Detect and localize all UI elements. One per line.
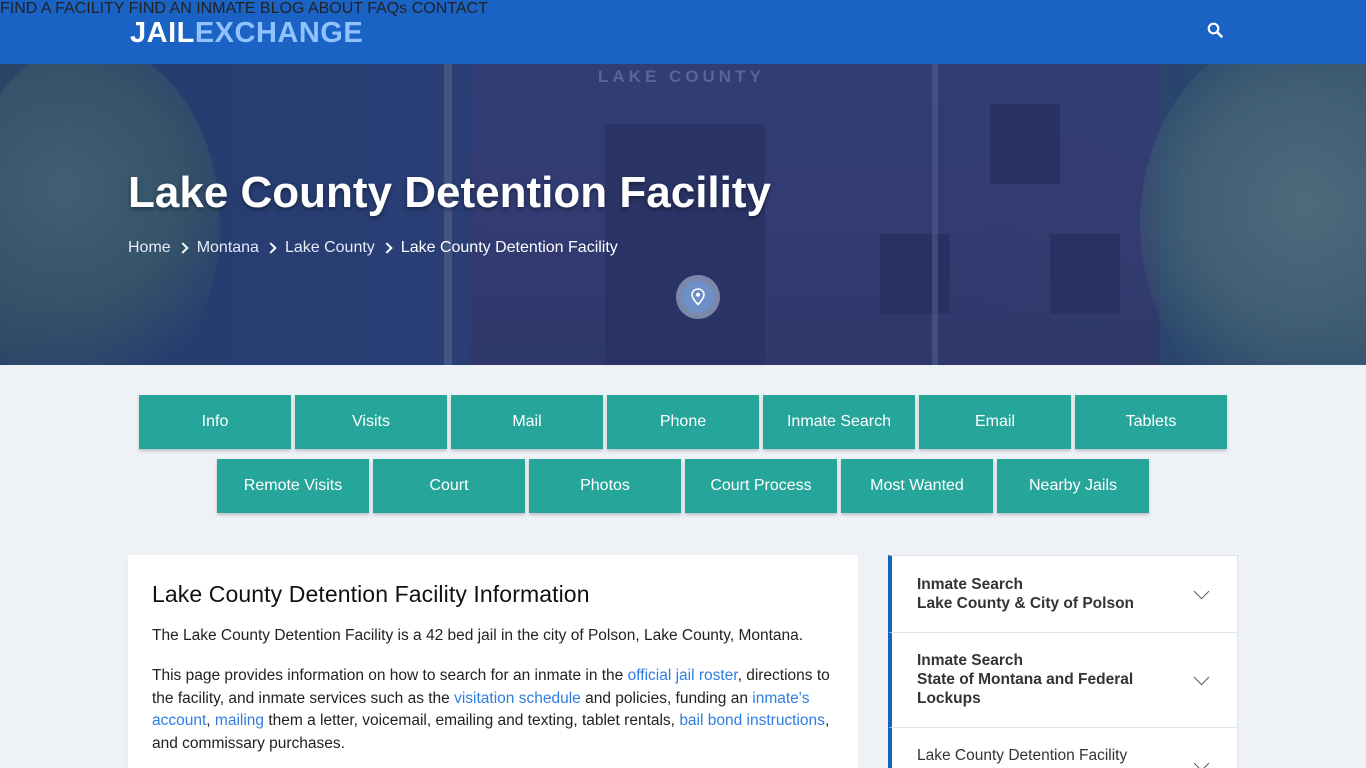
- map-pin-icon[interactable]: [676, 275, 720, 319]
- tab-most-wanted[interactable]: Most Wanted: [841, 459, 993, 513]
- facility-info-card: Lake County Detention Facility Informati…: [128, 555, 858, 768]
- logo-part-exchange: EXCHANGE: [194, 17, 364, 49]
- accordion-item-detention-facility[interactable]: Lake County Detention Facility: [888, 727, 1238, 768]
- nav-contact[interactable]: CONTACT: [412, 0, 488, 17]
- accordion-title: Inmate Search State of Montana and Feder…: [917, 651, 1133, 708]
- info-paragraph-1: The Lake County Detention Facility is a …: [152, 627, 804, 644]
- accordion-title: Inmate Search Lake County & City of Pols…: [917, 575, 1134, 613]
- text-span: them a letter, voicemail, emailing and t…: [264, 712, 680, 729]
- info-heading: Lake County Detention Facility Informati…: [152, 581, 590, 607]
- tab-visits[interactable]: Visits: [295, 395, 447, 449]
- tab-court[interactable]: Court: [373, 459, 525, 513]
- text-span: and policies, funding an: [580, 689, 753, 707]
- nav-about[interactable]: ABOUT: [308, 0, 363, 17]
- nav-blog[interactable]: BLOG: [260, 0, 304, 17]
- search-icon[interactable]: [1207, 22, 1225, 40]
- tab-remote-visits[interactable]: Remote Visits: [217, 459, 369, 513]
- accordion-title-line: Lockups: [917, 690, 981, 707]
- accordion-title-line: Lake County & City of Polson: [917, 595, 1135, 612]
- nav-find-an-inmate[interactable]: FIND AN INMATE: [129, 0, 256, 17]
- chevron-down-icon[interactable]: [1193, 669, 1210, 686]
- link-official-jail-roster[interactable]: official jail roster: [628, 667, 738, 684]
- top-navbar: JAILEXCHANGE FIND A FACILITY FIND AN INM…: [0, 0, 1366, 64]
- breadcrumb-montana[interactable]: Montana: [197, 239, 259, 257]
- page-title: Lake County Detention Facility: [128, 168, 771, 217]
- tab-tablets[interactable]: Tablets: [1075, 395, 1227, 449]
- tab-photos[interactable]: Photos: [529, 459, 681, 513]
- breadcrumb-lake-county[interactable]: Lake County: [285, 239, 375, 257]
- tab-court-process[interactable]: Court Process: [685, 459, 837, 513]
- text-span: ,: [206, 712, 215, 729]
- info-paragraph-2: This page provides information on how to…: [152, 665, 842, 755]
- hero-banner: LAKE COUNTY Lake County Detention Facili…: [0, 64, 1366, 365]
- tab-nearby-jails[interactable]: Nearby Jails: [997, 459, 1149, 513]
- tab-inmate-search[interactable]: Inmate Search: [763, 395, 915, 449]
- tab-mail[interactable]: Mail: [451, 395, 603, 449]
- chevron-right-icon: [381, 242, 393, 254]
- accordion-title-line: State of Montana and Federal: [917, 671, 1134, 688]
- nav-faqs[interactable]: FAQs: [367, 0, 407, 17]
- chevron-down-icon[interactable]: [1193, 755, 1210, 768]
- tab-email[interactable]: Email: [919, 395, 1071, 449]
- chevron-right-icon: [177, 242, 189, 254]
- nav-find-a-facility[interactable]: FIND A FACILITY: [0, 0, 124, 17]
- tab-info[interactable]: Info: [139, 395, 291, 449]
- breadcrumb-home[interactable]: Home: [128, 239, 171, 257]
- chevron-down-icon[interactable]: [1193, 583, 1210, 600]
- accordion-title-line: Lake County Detention Facility: [917, 747, 1128, 764]
- sidebar-accordion: Inmate Search Lake County & City of Pols…: [888, 555, 1238, 768]
- breadcrumb-current: Lake County Detention Facility: [400, 239, 618, 256]
- accordion-item-inmate-search-state[interactable]: Inmate Search State of Montana and Feder…: [888, 632, 1238, 728]
- logo-part-jail: JAIL: [130, 17, 195, 49]
- accordion-title: Lake County Detention Facility: [917, 746, 1127, 765]
- accordion-title-line: Inmate Search: [917, 576, 1023, 593]
- chevron-right-icon: [265, 242, 277, 254]
- link-mailing[interactable]: mailing: [215, 712, 264, 729]
- map-pin-inner: [682, 281, 714, 313]
- accordion-item-inmate-search-county[interactable]: Inmate Search Lake County & City of Pols…: [888, 555, 1238, 633]
- link-visitation-schedule[interactable]: visitation schedule: [454, 690, 581, 707]
- breadcrumb: Home Montana Lake County Lake County Det…: [128, 239, 618, 257]
- tab-phone[interactable]: Phone: [607, 395, 759, 449]
- accordion-title-line: Inmate Search: [917, 652, 1023, 669]
- text-span: This page provides information on how to…: [152, 667, 628, 684]
- link-bail-bond-instructions[interactable]: bail bond instructions: [679, 712, 825, 729]
- jailexchange-logo[interactable]: JAILEXCHANGE: [130, 16, 363, 50]
